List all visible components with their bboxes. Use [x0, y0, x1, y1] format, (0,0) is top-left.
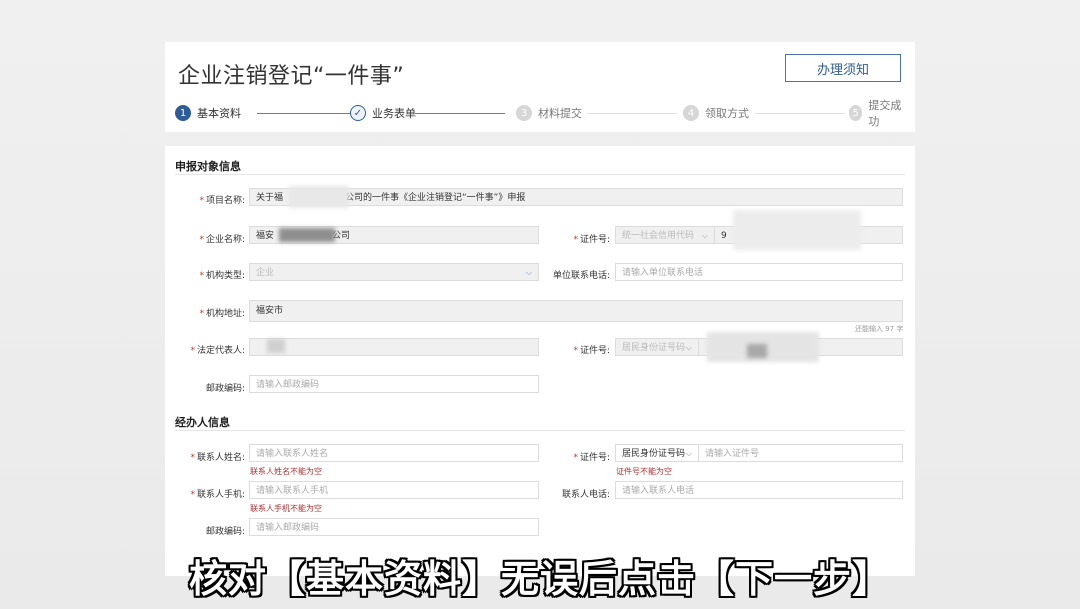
org-address-textarea[interactable]: 福安市 [249, 300, 903, 322]
step-label: 材料提交 [538, 107, 582, 120]
step-connector [587, 113, 677, 114]
project-name-label: * 项目名称: [199, 196, 245, 206]
handler-cert-type-select[interactable]: 居民身份证号码 ⌵ [615, 444, 699, 462]
step-number: 5 [849, 105, 863, 121]
section-title-handler: 经办人信息 [175, 416, 230, 429]
header-panel: 企业注销登记“一件事” 办理须知 1 基本资料 ✓ 业务表单 3 材料提交 4 … [165, 42, 915, 132]
redacted-region [747, 344, 767, 358]
handler-postcode-label: 邮政编码: [205, 527, 245, 537]
redacted-region [279, 228, 335, 242]
org-type-select[interactable]: 企业 ⌵ [249, 263, 539, 281]
divider [175, 174, 905, 175]
chevron-down-icon: ⌵ [685, 343, 692, 352]
contact-phone-label: 联系人电话: [561, 490, 610, 500]
address-char-counter: 还能输入 97 字 [855, 325, 904, 333]
progress-steps: 1 基本资料 ✓ 业务表单 3 材料提交 4 领取方式 5 提交成功 [175, 99, 905, 128]
step-number: 4 [683, 105, 699, 121]
step-pickup-method[interactable]: 4 领取方式 [683, 102, 749, 124]
video-caption: 核对【基本资料】无误后点击【下一步】 [188, 557, 891, 601]
legal-cert-label: * 证件号: [573, 346, 610, 356]
handler-postcode-input[interactable]: 请输入邮政编码 [249, 518, 539, 536]
cert-label: * 证件号: [573, 235, 610, 245]
page-title: 企业注销登记“一件事” [178, 64, 405, 89]
step-connector [257, 113, 352, 114]
mobile-label: * 联系人手机: [190, 490, 245, 500]
chevron-down-icon: ⌵ [701, 231, 708, 240]
check-icon: ✓ [350, 105, 366, 121]
handler-cert-error: 证件号不能为空 [616, 467, 672, 476]
step-label: 提交成功 [868, 99, 902, 128]
step-label: 基本资料 [197, 107, 241, 120]
redacted-region [289, 186, 349, 208]
company-name-label: * 企业名称: [199, 235, 245, 245]
step-label: 业务表单 [372, 107, 416, 120]
notice-button[interactable]: 办理须知 [785, 54, 901, 82]
step-label: 领取方式 [705, 107, 749, 120]
unit-phone-label: 单位联系电话: [552, 271, 610, 281]
org-address-label: * 机构地址: [199, 309, 245, 319]
contact-phone-input[interactable]: 请输入联系人电话 [615, 481, 903, 499]
legal-rep-field[interactable] [249, 338, 539, 356]
legal-rep-label: * 法定代表人: [190, 346, 245, 356]
step-connector [755, 113, 845, 114]
step-business-form[interactable]: ✓ 业务表单 [350, 102, 416, 124]
divider [175, 430, 905, 431]
contact-name-input[interactable]: 请输入联系人姓名 [249, 444, 539, 462]
contact-name-label: * 联系人姓名: [190, 453, 245, 463]
step-basic-info[interactable]: 1 基本资料 [175, 102, 241, 124]
cert-type-select[interactable]: 统一社会信用代码 ⌵ [615, 226, 715, 244]
postcode-input[interactable]: 请输入邮政编码 [249, 375, 539, 393]
handler-cert-input[interactable]: 请输入证件号 [698, 444, 903, 462]
redacted-region [267, 339, 285, 353]
step-submit-success[interactable]: 5 提交成功 [849, 99, 905, 128]
form-panel: 申报对象信息 * 项目名称: 关于福 公司的一件事《企业注销登记“一件事”》申报 *… [165, 146, 915, 576]
section-title-applicant: 申报对象信息 [175, 160, 241, 173]
chevron-down-icon: ⌵ [685, 449, 692, 458]
handler-cert-label: * 证件号: [573, 453, 610, 463]
mobile-error: 联系人手机不能为空 [250, 504, 322, 513]
step-connector [415, 113, 505, 114]
unit-phone-input[interactable]: 请输入单位联系电话 [615, 263, 903, 281]
redacted-region [733, 210, 861, 250]
mobile-input[interactable]: 请输入联系人手机 [249, 481, 539, 499]
step-number: 3 [516, 105, 532, 121]
contact-name-error: 联系人姓名不能为空 [250, 467, 322, 476]
step-material-submit[interactable]: 3 材料提交 [516, 102, 582, 124]
org-type-label: * 机构类型: [199, 271, 245, 281]
postcode-label: 邮政编码: [205, 384, 245, 394]
legal-cert-type-select[interactable]: 居民身份证号码 ⌵ [615, 338, 699, 356]
step-number: 1 [175, 105, 191, 121]
